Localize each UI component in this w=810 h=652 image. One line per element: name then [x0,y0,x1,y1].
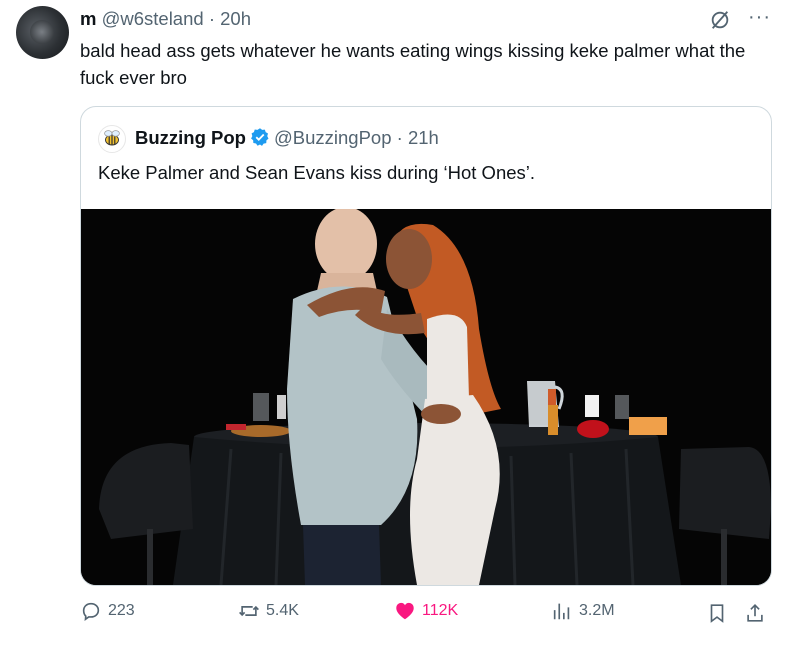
author-avatar[interactable] [16,6,69,59]
quoted-author-name[interactable]: Buzzing Pop [135,127,246,148]
views-button[interactable]: 3.2M [551,600,615,622]
views-count: 3.2M [579,602,615,619]
tweet-text: bald head ass gets whatever he wants eat… [80,40,746,88]
tweet-actions: 223 5.4K 112K 3.2M [0,600,810,630]
share-icon[interactable] [744,602,766,624]
quoted-author-avatar[interactable] [98,125,126,153]
reply-count: 223 [108,602,135,619]
quoted-tweet-time[interactable]: 21h [408,127,439,148]
repost-icon [239,605,259,617]
quoted-media-photo[interactable] [81,207,771,585]
quoted-tweet[interactable]: Buzzing Pop @BuzzingPop · 21h Keke Palme… [80,106,772,586]
tweet-time[interactable]: 20h [220,8,251,29]
repost-count: 5.4K [266,602,299,619]
reply-icon [82,602,100,621]
like-button[interactable]: 112K [394,600,458,622]
bee-icon [104,130,120,146]
repost-button[interactable]: 5.4K [238,600,299,622]
bookmark-icon[interactable] [706,602,728,624]
author-handle[interactable]: @w6steland [102,8,204,29]
more-icon[interactable]: ··· [748,6,774,28]
tweet-header: m @w6steland · 20h [80,8,251,30]
author-name[interactable]: m [80,8,96,29]
quoted-tweet-header: Buzzing Pop @BuzzingPop · 21h [135,127,439,149]
quoted-separator-dot: · [396,127,403,148]
verified-badge-icon [251,128,269,146]
grok-icon[interactable] [709,9,731,31]
quoted-tweet-text: Keke Palmer and Sean Evans kiss during ‘… [98,162,536,183]
quoted-author-handle[interactable]: @BuzzingPop [274,127,392,148]
photo-illustration [81,207,771,585]
views-icon [553,603,570,620]
separator-dot: · [208,8,215,29]
like-count: 112K [422,602,459,619]
like-icon [396,602,414,620]
reply-button[interactable]: 223 [80,600,135,622]
